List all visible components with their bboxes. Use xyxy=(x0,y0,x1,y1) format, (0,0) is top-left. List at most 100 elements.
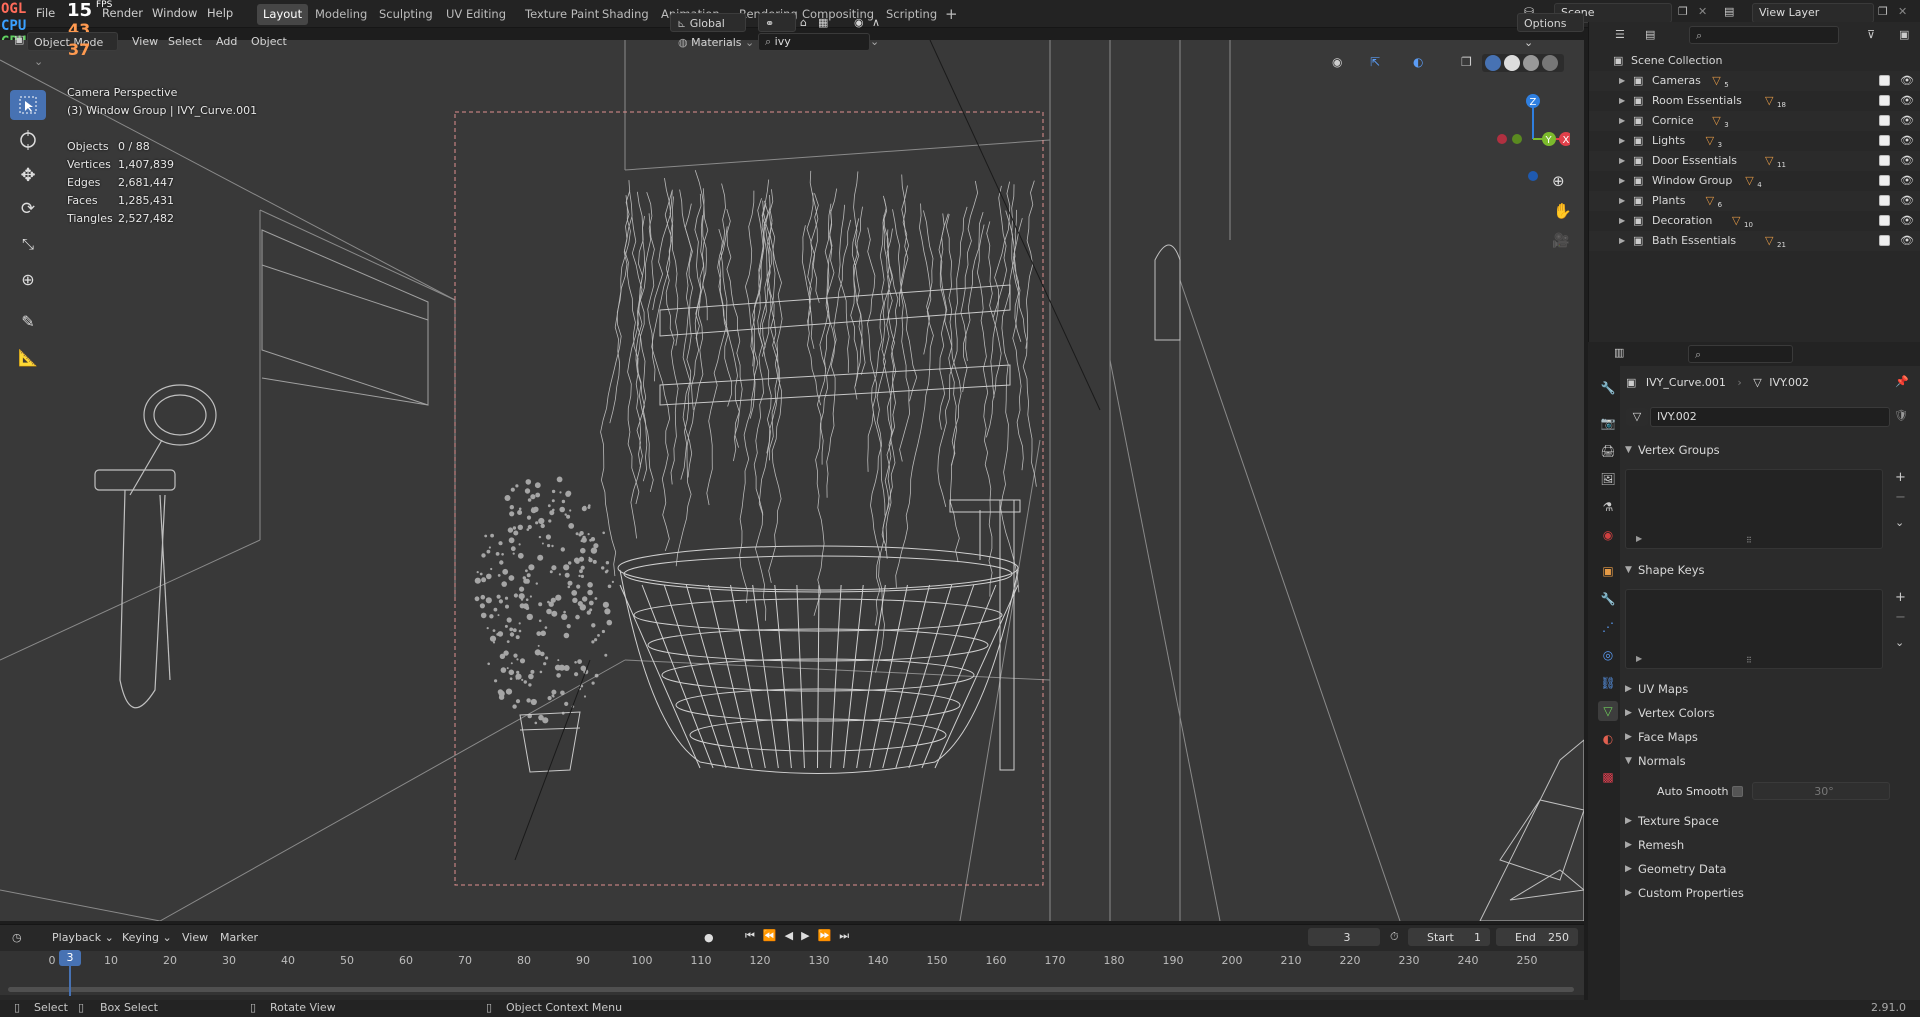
list-expand-icon[interactable]: ▶ xyxy=(1636,534,1642,543)
tool-icon[interactable]: 🔧 xyxy=(1598,378,1618,398)
transform-orientation-dropdown[interactable]: ⊾ Global xyxy=(670,13,746,32)
wireframe-shading-icon[interactable] xyxy=(1485,55,1501,71)
exclude-checkbox[interactable] xyxy=(1879,235,1890,246)
tab-texture-paint[interactable]: Texture Paint xyxy=(519,4,605,25)
menu-object[interactable]: Object xyxy=(245,32,293,51)
add-workspace-icon[interactable]: + xyxy=(945,5,958,23)
shape-keys-list[interactable]: ▶ ⠿ xyxy=(1625,589,1883,669)
view-layer-copy-icon[interactable]: ❐ xyxy=(1878,5,1888,18)
menu-view[interactable]: View xyxy=(126,32,164,51)
options-dropdown[interactable]: Options ⌄ xyxy=(1517,13,1584,49)
view-layer-field[interactable]: View Layer xyxy=(1752,3,1874,23)
tab-modeling[interactable]: Modeling xyxy=(309,4,373,25)
menu-file[interactable]: File xyxy=(36,6,55,20)
scene-icon[interactable]: ⚗ xyxy=(1598,497,1618,517)
exclude-checkbox[interactable] xyxy=(1879,175,1890,186)
outliner-item-lights[interactable]: ▶ ▣ Lights ▽ 3 👁 xyxy=(1589,131,1920,151)
view-layer-close-icon[interactable]: ✕ xyxy=(1898,5,1907,18)
gizmo-icon[interactable]: ⇱ xyxy=(1370,55,1380,69)
play-icon[interactable]: ▶ xyxy=(801,929,809,943)
vertex-groups-panel-header[interactable]: ▼ Vertex Groups xyxy=(1622,439,1912,461)
view-layer-icon[interactable]: 🖼 xyxy=(1598,469,1618,489)
add-shape-key-icon[interactable]: + xyxy=(1895,590,1906,605)
outliner-editor-icon[interactable]: ☰ xyxy=(1615,28,1625,41)
timeline-scrollbar[interactable] xyxy=(8,987,1574,992)
search-dropdown-icon[interactable]: ⌄ xyxy=(870,35,879,48)
add-vertex-group-icon[interactable]: + xyxy=(1895,470,1906,485)
cursor-tool[interactable] xyxy=(10,125,46,155)
list-expand-icon[interactable]: ▶ xyxy=(1636,654,1642,663)
tab-scripting[interactable]: Scripting xyxy=(880,4,943,25)
geometry-data-panel-header[interactable]: ▶ Geometry Data xyxy=(1622,858,1912,880)
expand-right-icon[interactable]: ▶ xyxy=(1619,151,1625,171)
visibility-icon[interactable]: ◉ xyxy=(1332,55,1342,69)
constraints-icon[interactable]: ⛓ xyxy=(1598,673,1618,693)
solid-shading-icon[interactable] xyxy=(1504,55,1520,71)
outliner-search-input[interactable]: ⌕ xyxy=(1689,26,1839,44)
uv-maps-panel-header[interactable]: ▶ UV Maps xyxy=(1622,678,1912,700)
output-icon[interactable]: 🖨 xyxy=(1598,441,1618,461)
eye-icon[interactable]: 👁 xyxy=(1900,71,1914,91)
viewport-search-input[interactable]: ⌕ ivy xyxy=(758,33,870,51)
tab-shading[interactable]: Shading xyxy=(596,4,655,25)
new-collection-icon[interactable]: ▣ xyxy=(1899,28,1909,41)
breadcrumb-object[interactable]: IVY_Curve.001 xyxy=(1646,376,1726,389)
outliner-item-door-essentials[interactable]: ▶ ▣ Door Essentials ▽ 11 👁 xyxy=(1589,151,1920,171)
outliner-item-window-group[interactable]: ▶ ▣ Window Group ▽ 4 👁 xyxy=(1589,171,1920,191)
eye-icon[interactable]: 👁 xyxy=(1900,191,1914,211)
eye-icon[interactable]: 👁 xyxy=(1900,171,1914,191)
menu-select[interactable]: Select xyxy=(162,32,208,51)
menu-render[interactable]: Render xyxy=(102,6,143,20)
jump-keyframe-back-icon[interactable]: ⏪ xyxy=(763,929,777,943)
annotate-tool[interactable]: ✎ xyxy=(10,306,46,336)
eye-icon[interactable]: 👁 xyxy=(1900,91,1914,111)
falloff-dropdown[interactable]: ∧ xyxy=(866,13,886,32)
expand-right-icon[interactable]: ▶ xyxy=(1619,171,1625,191)
jump-end-icon[interactable]: ⏭ xyxy=(839,929,849,943)
remove-vertex-group-icon[interactable]: − xyxy=(1895,490,1906,505)
record-icon[interactable]: ● xyxy=(704,931,714,944)
transform-tool[interactable]: ⊕ xyxy=(10,264,46,294)
pin-icon[interactable]: 📌 xyxy=(1895,375,1909,388)
scene-copy-icon[interactable]: ❐ xyxy=(1678,5,1688,18)
expand-right-icon[interactable]: ▶ xyxy=(1619,91,1625,111)
display-mode-icon[interactable]: ▤ xyxy=(1645,28,1655,41)
world-icon[interactable]: ◉ xyxy=(1598,525,1618,545)
modifier-icon[interactable]: 🔧 xyxy=(1598,589,1618,609)
clock-icon[interactable]: ⏱ xyxy=(1390,930,1399,944)
eye-icon[interactable]: 👁 xyxy=(1900,211,1914,231)
end-frame-field[interactable]: End 250 xyxy=(1496,928,1578,946)
exclude-checkbox[interactable] xyxy=(1879,195,1890,206)
object-icon[interactable]: ▣ xyxy=(1598,561,1618,581)
exclude-checkbox[interactable] xyxy=(1879,215,1890,226)
normals-panel-header[interactable]: ▼ Normals xyxy=(1622,750,1912,772)
tab-uv-editing[interactable]: UV Editing xyxy=(440,4,512,25)
texture-space-panel-header[interactable]: ▶ Texture Space xyxy=(1622,810,1912,832)
eye-icon[interactable]: 👁 xyxy=(1900,111,1914,131)
overlays-icon[interactable]: ◐ xyxy=(1413,55,1423,69)
outliner-item-decoration[interactable]: ▶ ▣ Decoration ▽ 10 👁 xyxy=(1589,211,1920,231)
move-tool[interactable]: ✥ xyxy=(10,160,46,190)
face-maps-panel-header[interactable]: ▶ Face Maps xyxy=(1622,726,1912,748)
expand-right-icon[interactable]: ▶ xyxy=(1619,71,1625,91)
playback-dropdown[interactable]: Playback ⌄ xyxy=(46,928,120,947)
fake-user-icon[interactable]: 🛡 xyxy=(1894,409,1908,422)
mesh-browse-button[interactable]: ▽ xyxy=(1626,408,1648,426)
pan-hand-icon[interactable]: ✋ xyxy=(1553,202,1572,220)
start-frame-field[interactable]: Start 1 xyxy=(1408,928,1490,946)
select-box-tool[interactable] xyxy=(10,90,46,120)
filter-icon[interactable]: ⊽ xyxy=(1867,28,1875,41)
exclude-checkbox[interactable] xyxy=(1879,95,1890,106)
render-icon[interactable]: 📷 xyxy=(1598,413,1618,433)
scale-tool[interactable]: ⤡ xyxy=(10,229,46,259)
outliner-item-cornice[interactable]: ▶ ▣ Cornice ▽ 3 👁 xyxy=(1589,111,1920,131)
expand-right-icon[interactable]: ▶ xyxy=(1619,131,1625,151)
jump-start-icon[interactable]: ⏮ xyxy=(745,929,755,943)
view-layer-icon[interactable]: ▤ xyxy=(1724,5,1734,18)
tab-layout[interactable]: Layout xyxy=(257,4,309,25)
material-icon[interactable]: ◐ xyxy=(1598,729,1618,749)
outliner-item-room-essentials[interactable]: ▶ ▣ Room Essentials ▽ 18 👁 xyxy=(1589,91,1920,111)
3d-viewport[interactable]: Camera Perspective (3) Window Group | IV… xyxy=(0,40,1584,921)
shape-key-menu-icon[interactable]: ⌄ xyxy=(1895,636,1904,649)
properties-editor-icon[interactable]: ▥ xyxy=(1614,346,1624,359)
